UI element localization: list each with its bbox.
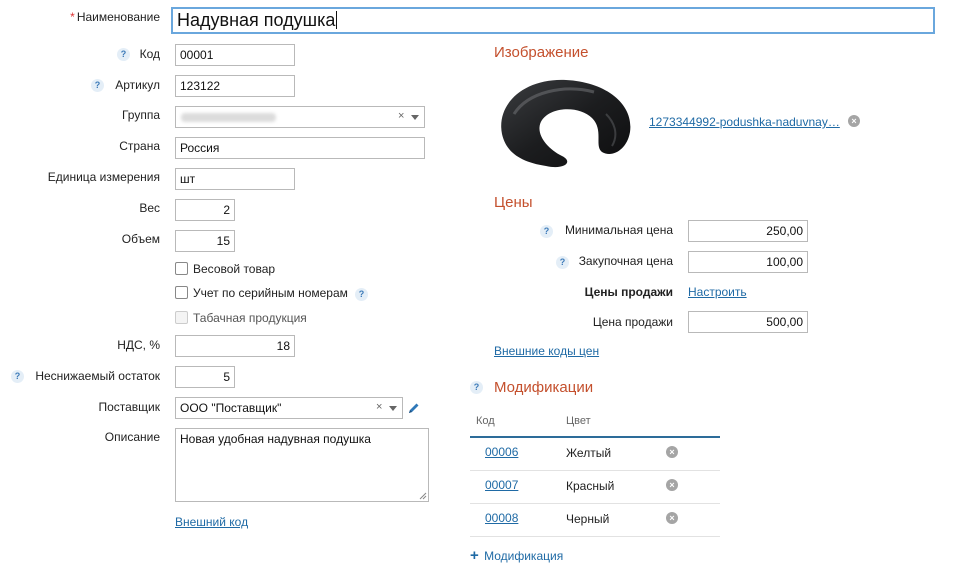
help-icon[interactable]: ? — [117, 48, 130, 61]
supplier-clear-icon[interactable]: × — [376, 401, 382, 413]
unit-input[interactable]: шт — [175, 168, 295, 190]
group-clear-icon[interactable]: × — [398, 110, 404, 122]
remove-modification-icon[interactable]: × — [666, 446, 678, 458]
volume-input[interactable]: 15 — [175, 230, 235, 252]
required-mark: * — [70, 10, 75, 24]
remove-image-icon[interactable]: × — [848, 115, 860, 127]
modifications-section-title: Модификации — [494, 379, 594, 396]
volume-label: Объем — [121, 232, 160, 246]
min-balance-label: Неснижаемый остаток — [35, 369, 160, 383]
vat-label: НДС, % — [117, 338, 160, 352]
vat-input[interactable]: 18 — [175, 335, 295, 357]
purchase-price-label: Закупочная цена — [578, 254, 673, 268]
text-caret — [336, 11, 338, 29]
table-row: 00008 Черный × — [470, 503, 720, 537]
weight-input[interactable]: 2 — [175, 199, 235, 221]
remove-modification-icon[interactable]: × — [666, 512, 678, 524]
remove-modification-icon[interactable]: × — [666, 479, 678, 491]
external-price-codes-link[interactable]: Внешние коды цен — [494, 344, 599, 358]
group-select[interactable] — [175, 106, 425, 128]
weight-label: Вес — [139, 201, 160, 215]
help-icon[interactable]: ? — [91, 79, 104, 92]
plus-icon: + — [470, 547, 479, 564]
purchase-price-input[interactable]: 100,00 — [688, 251, 808, 273]
image-file-link[interactable]: 1273344992-podushka-naduvnay… — [649, 115, 840, 129]
name-input[interactable]: Надувная подушка — [171, 7, 935, 34]
modification-color: Желтый — [566, 446, 612, 460]
image-section-title: Изображение — [494, 44, 589, 61]
modification-code-link[interactable]: 00006 — [485, 445, 518, 459]
article-label: Артикул — [115, 78, 160, 92]
article-input[interactable]: 123122 — [175, 75, 295, 97]
table-row: 00006 Желтый × — [470, 437, 720, 471]
modification-code-link[interactable]: 00007 — [485, 478, 518, 492]
supplier-dropdown-icon[interactable] — [389, 406, 397, 411]
help-icon[interactable]: ? — [470, 381, 483, 394]
group-dropdown-icon[interactable] — [411, 115, 419, 120]
configure-link[interactable]: Настроить — [688, 285, 747, 299]
external-code-link[interactable]: Внешний код — [175, 515, 248, 529]
help-icon[interactable]: ? — [11, 370, 24, 383]
min-price-label: Минимальная цена — [564, 223, 673, 237]
modifications-table-header: Код Цвет — [470, 405, 720, 438]
supplier-select[interactable]: ООО "Поставщик" — [175, 397, 403, 419]
prices-section-title: Цены — [494, 194, 533, 211]
column-code[interactable]: Код — [476, 415, 495, 427]
table-row: 00007 Красный × — [470, 470, 720, 504]
min-price-input[interactable]: 250,00 — [688, 220, 808, 242]
modification-code-link[interactable]: 00008 — [485, 511, 518, 525]
name-label: * Наименование — [70, 10, 160, 24]
add-modification-label: Модификация — [484, 549, 564, 563]
resize-handle-icon[interactable] — [419, 492, 427, 500]
product-image[interactable] — [494, 74, 634, 170]
unit-label: Единица измерения — [47, 170, 160, 184]
group-value-blurred — [181, 113, 276, 122]
tobacco-checkbox[interactable] — [175, 311, 188, 324]
min-balance-input[interactable]: 5 — [175, 366, 235, 388]
sale-price-label: Цена продажи — [592, 315, 673, 329]
column-color[interactable]: Цвет — [566, 415, 591, 427]
group-label: Группа — [121, 108, 160, 122]
serial-label: Учет по серийным номерам — [193, 286, 348, 300]
weighted-label: Весовой товар — [193, 262, 276, 276]
sale-price-input[interactable]: 500,00 — [688, 311, 808, 333]
description-textarea[interactable]: Новая удобная надувная подушка — [175, 428, 429, 502]
help-icon[interactable]: ? — [540, 225, 553, 238]
modification-color: Черный — [566, 512, 610, 526]
help-icon[interactable]: ? — [556, 256, 569, 269]
sale-prices-label: Цены продажи — [584, 285, 673, 299]
weighted-checkbox[interactable] — [175, 262, 188, 275]
help-icon[interactable]: ? — [355, 288, 368, 301]
code-label: Код — [139, 47, 160, 61]
modification-color: Красный — [566, 479, 615, 493]
code-input[interactable]: 00001 — [175, 44, 295, 66]
add-modification-button[interactable]: + Модификация — [470, 547, 563, 564]
serial-checkbox[interactable] — [175, 286, 188, 299]
edit-pencil-icon[interactable] — [407, 401, 421, 415]
country-label: Страна — [119, 139, 160, 153]
country-input[interactable]: Россия — [175, 137, 425, 159]
tobacco-label: Табачная продукция — [193, 311, 307, 325]
supplier-label: Поставщик — [98, 400, 160, 414]
description-label: Описание — [104, 430, 160, 444]
